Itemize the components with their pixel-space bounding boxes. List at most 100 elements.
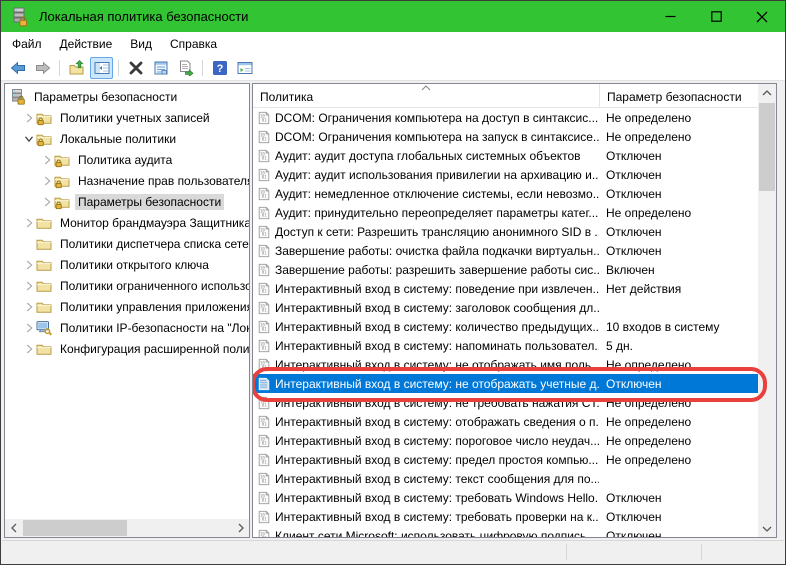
policy-row[interactable]: DCOM: Ограничения компьютера на запуск в… xyxy=(253,127,758,146)
chevron-right-icon[interactable] xyxy=(22,215,36,231)
policy-row[interactable]: Интерактивный вход в систему: не требова… xyxy=(253,393,758,412)
tree-item[interactable]: Параметры безопасности xyxy=(5,191,249,212)
security-setting-value: Включен xyxy=(606,262,655,277)
policy-row[interactable]: Доступ к сети: Разрешить трансляцию анон… xyxy=(253,222,758,241)
scroll-left-arrow[interactable] xyxy=(5,519,22,537)
column-header-policy[interactable]: Политика xyxy=(253,84,599,108)
chevron-up-icon xyxy=(762,89,772,95)
tree-item[interactable]: Политики открытого ключа xyxy=(5,254,249,275)
tree-horizontal-scrollbar[interactable] xyxy=(5,519,249,537)
policy-document-icon xyxy=(257,187,271,201)
list-vertical-scrollbar[interactable] xyxy=(758,84,776,537)
policy-document-icon xyxy=(257,339,271,353)
policy-row[interactable]: Интерактивный вход в систему: текст сооб… xyxy=(253,469,758,488)
policy-row[interactable]: Интерактивный вход в систему: требовать … xyxy=(253,488,758,507)
policy-row[interactable]: Интерактивный вход в систему: пороговое … xyxy=(253,431,758,450)
policy-row[interactable]: Завершение работы: очистка файла подкачк… xyxy=(253,241,758,260)
menu-item-2[interactable]: Вид xyxy=(121,34,161,54)
delete-icon xyxy=(128,60,144,76)
policy-row[interactable]: DCOM: Ограничения компьютера на доступ в… xyxy=(253,108,758,127)
policy-row[interactable]: Интерактивный вход в систему: предел про… xyxy=(253,450,758,469)
export-list-button[interactable] xyxy=(174,57,197,79)
tree-item-label: Параметры безопасности xyxy=(75,193,225,210)
tree-item[interactable]: Политики ограниченного использо xyxy=(5,275,249,296)
scroll-down-arrow[interactable] xyxy=(758,520,776,537)
menu-item-3[interactable]: Справка xyxy=(161,34,226,54)
tree-item[interactable]: Назначение прав пользователя xyxy=(5,170,249,191)
chevron-right-icon[interactable] xyxy=(22,278,36,294)
tree-item[interactable]: Локальные политики xyxy=(5,128,249,149)
folder-lock-icon xyxy=(36,131,52,147)
menu-item-1[interactable]: Действие xyxy=(51,34,122,54)
security-setting-value: Отключен xyxy=(606,490,662,505)
tree-item[interactable]: Политика аудита xyxy=(5,149,249,170)
policy-row[interactable]: Аудит: аудит использования привилегии на… xyxy=(253,165,758,184)
policy-row[interactable]: Интерактивный вход в систему: заголовок … xyxy=(253,298,758,317)
policy-document-icon xyxy=(257,491,271,505)
tree-item[interactable]: Политики диспетчера списка сетей xyxy=(5,233,249,254)
scrollbar-track[interactable] xyxy=(22,519,232,537)
chevron-down-icon xyxy=(22,132,36,146)
tree-item[interactable]: Политики учетных записей xyxy=(5,107,249,128)
scrollbar-thumb[interactable] xyxy=(23,520,127,536)
policy-document-icon xyxy=(257,320,271,334)
chevron-right-icon[interactable] xyxy=(22,320,36,336)
caption-buttons xyxy=(647,1,785,32)
chevron-right-icon[interactable] xyxy=(40,173,54,189)
up-one-level-button[interactable] xyxy=(65,57,88,79)
scroll-up-arrow[interactable] xyxy=(758,84,776,101)
tree-item[interactable]: Параметры безопасности xyxy=(5,86,249,107)
new-window-icon xyxy=(237,60,253,76)
policy-row[interactable]: Интерактивный вход в систему: не отображ… xyxy=(253,355,758,374)
scrollbar-thumb[interactable] xyxy=(759,103,775,191)
policy-row[interactable]: Интерактивный вход в систему: не отображ… xyxy=(253,374,758,393)
minimize-button[interactable] xyxy=(647,1,693,32)
chevron-left-icon xyxy=(10,523,16,533)
maximize-button[interactable] xyxy=(693,1,739,32)
security-setting-value: Отключен xyxy=(606,528,662,538)
menu-item-0[interactable]: Файл xyxy=(3,34,51,54)
folder-icon xyxy=(36,341,52,357)
folder-icon xyxy=(36,257,52,273)
forward-icon xyxy=(35,60,51,76)
chevron-right-icon[interactable] xyxy=(22,110,36,126)
tree-item[interactable]: Политики управления приложения xyxy=(5,296,249,317)
policy-row[interactable]: Интерактивный вход в систему: количество… xyxy=(253,317,758,336)
chevron-down-icon[interactable] xyxy=(22,131,36,147)
help-icon xyxy=(212,60,228,76)
new-window-button[interactable] xyxy=(233,57,256,79)
chevron-right-icon[interactable] xyxy=(40,152,54,168)
chevron-down-icon xyxy=(762,526,772,532)
policy-row[interactable]: Аудит: принудительно переопределяет пара… xyxy=(253,203,758,222)
chevron-right-icon[interactable] xyxy=(40,194,54,210)
policy-row[interactable]: Интерактивный вход в систему: напоминать… xyxy=(253,336,758,355)
close-button[interactable] xyxy=(739,1,785,32)
chevron-right-icon[interactable] xyxy=(22,299,36,315)
security-setting-value: Не определено xyxy=(606,414,692,429)
scroll-right-arrow[interactable] xyxy=(232,519,249,537)
policy-row[interactable]: Интерактивный вход в систему: поведение … xyxy=(253,279,758,298)
show-console-tree-button[interactable] xyxy=(90,56,113,79)
back-icon xyxy=(10,60,26,76)
back-button[interactable] xyxy=(6,57,29,79)
chevron-right-icon[interactable] xyxy=(22,341,36,357)
policy-row[interactable]: Интерактивный вход в систему: требовать … xyxy=(253,507,758,526)
column-header-security-setting[interactable]: Параметр безопасности xyxy=(599,84,748,108)
chevron-right-icon[interactable] xyxy=(22,257,36,273)
policy-row[interactable]: Завершение работы: разрешить завершение … xyxy=(253,260,758,279)
policy-row[interactable]: Аудит: немедленное отключение системы, е… xyxy=(253,184,758,203)
properties-button[interactable] xyxy=(149,57,172,79)
policy-row[interactable]: Клиент сети Microsoft: использовать цифр… xyxy=(253,526,758,537)
delete-button[interactable] xyxy=(124,57,147,79)
policy-row[interactable]: Аудит: аудит доступа глобальных системны… xyxy=(253,146,758,165)
policy-name: Аудит: принудительно переопределяет пара… xyxy=(275,205,599,220)
title-bar[interactable]: Локальная политика безопасности xyxy=(1,1,785,32)
security-setting-value: Отключен xyxy=(606,167,662,182)
policy-row[interactable]: Интерактивный вход в систему: отображать… xyxy=(253,412,758,431)
tree-item[interactable]: Политики IP-безопасности на "Лока xyxy=(5,317,249,338)
forward-button[interactable] xyxy=(31,57,54,79)
help-button[interactable] xyxy=(208,57,231,79)
tree-item[interactable]: Конфигурация расширенной полит xyxy=(5,338,249,359)
security-setting-value: Не определено xyxy=(606,205,692,220)
tree-item[interactable]: Монитор брандмауэра Защитника W xyxy=(5,212,249,233)
